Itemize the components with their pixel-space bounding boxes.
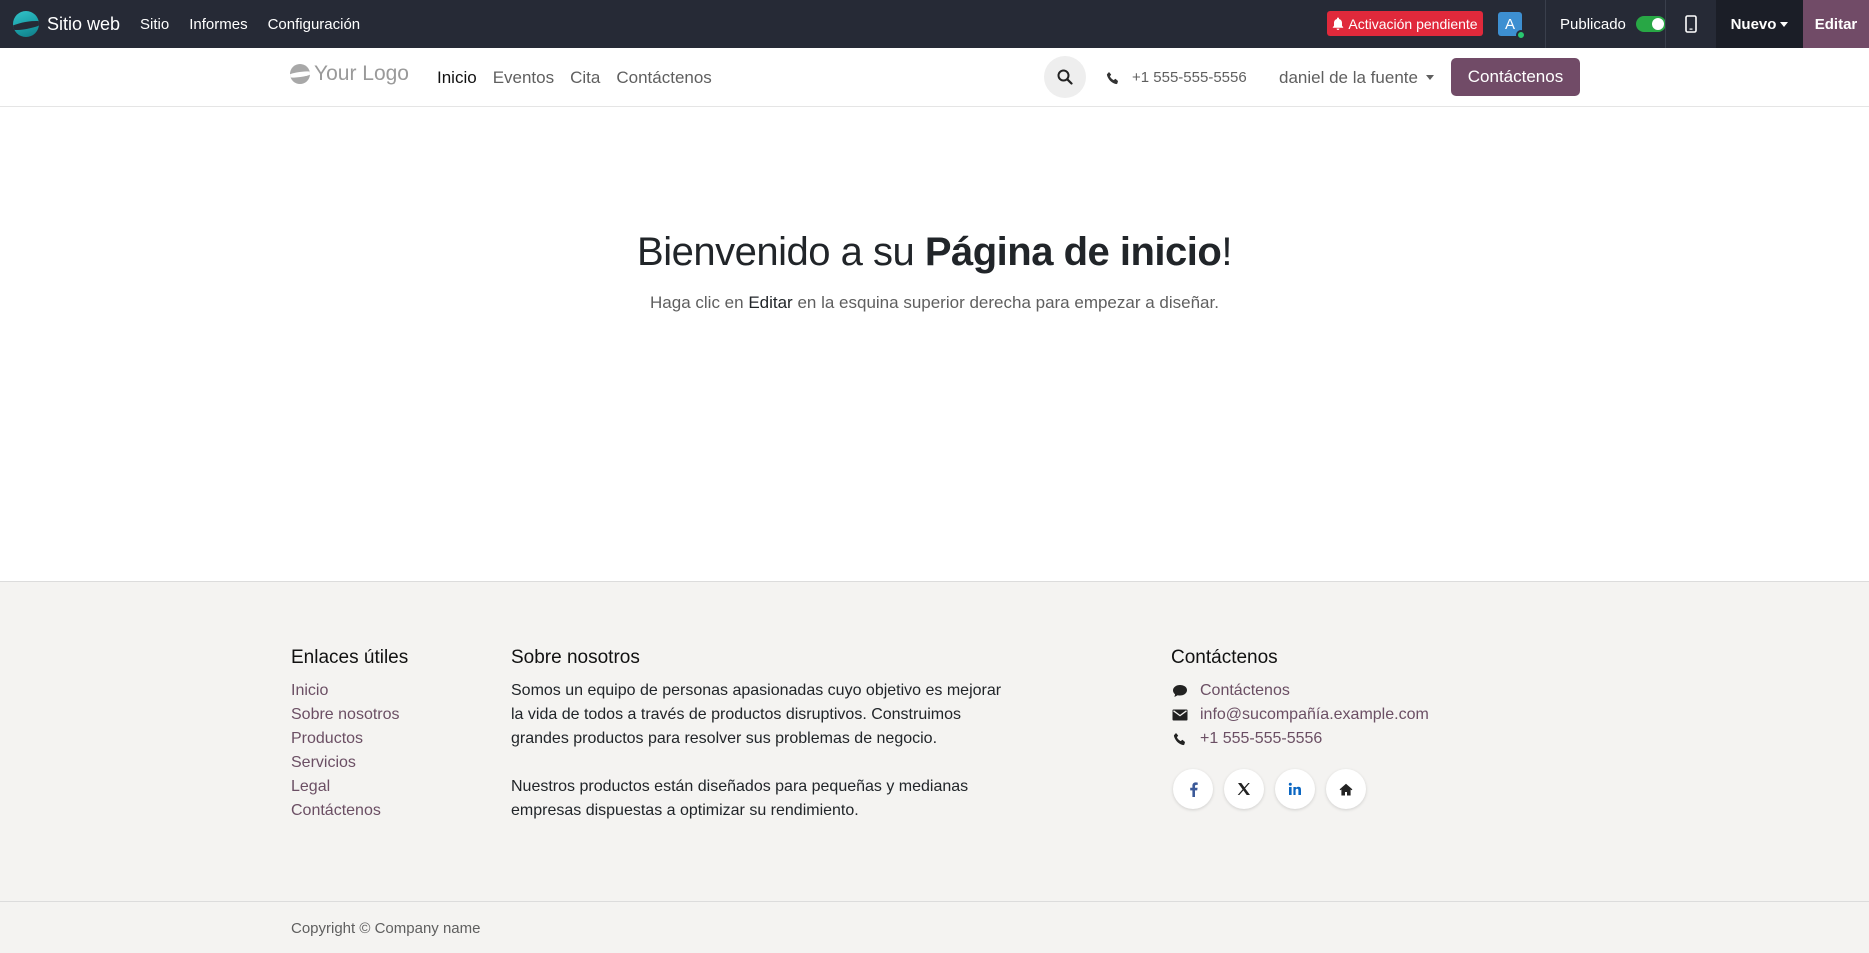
footer-about-text: Somos un equipo de personas apasionadas … [511, 679, 1011, 823]
footer-contact-item[interactable]: +1 555-555-5556 [1171, 727, 1429, 751]
admin-bar: Sitio web Sitio Informes Configuración A… [0, 0, 1869, 48]
new-button[interactable]: Nuevo [1716, 0, 1803, 48]
hero-subtitle-before: Haga clic en [650, 293, 749, 312]
bell-icon [1333, 17, 1344, 30]
admin-menu: Sitio Informes Configuración [140, 16, 380, 33]
user-avatar[interactable]: A [1498, 12, 1526, 40]
header-contact-button[interactable]: Contáctenos [1451, 58, 1580, 96]
footer-about-title: Sobre nosotros [511, 647, 640, 668]
admin-menu-sitio[interactable]: Sitio [140, 16, 169, 33]
footer-link-sobre-nosotros[interactable]: Sobre nosotros [291, 703, 400, 727]
edit-button[interactable]: Editar [1803, 0, 1869, 48]
footer-link-legal[interactable]: Legal [291, 775, 400, 799]
nav-item-contactenos[interactable]: Contáctenos [616, 68, 711, 88]
hero-title-bold: Página de inicio [924, 230, 1222, 274]
site-nav: Inicio Eventos Cita Contáctenos [437, 48, 728, 107]
search-button[interactable] [1044, 56, 1086, 98]
publish-toggle-group[interactable]: Publicado [1560, 0, 1666, 48]
published-label: Publicado [1560, 15, 1626, 33]
footer-links-list: Inicio Sobre nosotros Productos Servicio… [291, 679, 400, 823]
nav-item-eventos[interactable]: Eventos [493, 68, 554, 88]
copyright-bar: Copyright © Company name [0, 901, 1869, 953]
mobile-phone-icon [1685, 15, 1697, 33]
linkedin-icon [1288, 782, 1301, 795]
hero-subtitle-after: en la esquina superior derecha para empe… [792, 293, 1219, 312]
footer-contact-item[interactable]: info@sucompañía.example.com [1171, 703, 1429, 727]
social-links [1173, 769, 1366, 809]
avatar-letter: A [1504, 15, 1515, 33]
linkedin-button[interactable] [1275, 769, 1315, 809]
edit-label: Editar [1814, 15, 1858, 33]
hero-title-end: ! [1221, 230, 1232, 274]
app-name: Sitio web [47, 13, 121, 34]
footer-contact-text: info@sucompañía.example.com [1200, 706, 1429, 723]
logo-icon [290, 64, 310, 84]
footer-link-productos[interactable]: Productos [291, 727, 400, 751]
phone-icon [1106, 71, 1118, 84]
header-phone-number: +1 555-555-5556 [1132, 69, 1247, 86]
comment-icon [1171, 684, 1189, 698]
divider [1545, 0, 1546, 48]
site-footer: Enlaces útiles Inicio Sobre nosotros Pro… [0, 581, 1869, 902]
footer-about-paragraph: Nuestros productos están diseñados para … [511, 778, 969, 819]
site-logo[interactable]: Your Logo [290, 62, 409, 86]
copyright-text: Copyright © Company name [291, 920, 481, 937]
footer-contact-item[interactable]: Contáctenos [1171, 679, 1429, 703]
nav-item-cita[interactable]: Cita [570, 68, 600, 88]
home-icon [1339, 783, 1353, 795]
user-menu[interactable]: daniel de la fuente [1279, 48, 1434, 107]
footer-contact-list: Contáctenos info@sucompañía.example.com … [1171, 679, 1429, 751]
website-app-icon [13, 11, 39, 37]
site-header: Your Logo Inicio Eventos Cita Contácteno… [0, 48, 1869, 107]
footer-link-contactenos[interactable]: Contáctenos [291, 799, 400, 823]
activation-pending-label: Activación pendiente [1348, 15, 1478, 32]
facebook-button[interactable] [1173, 769, 1213, 809]
footer-contact-title: Contáctenos [1171, 647, 1278, 668]
hero-subtitle-emphasis: Editar [748, 293, 793, 312]
envelope-icon [1171, 709, 1189, 721]
footer-about-paragraph: Somos un equipo de personas apasionadas … [511, 682, 1002, 747]
online-status-dot [1516, 30, 1526, 40]
published-toggle[interactable] [1635, 16, 1666, 32]
divider [1665, 0, 1666, 48]
footer-link-inicio[interactable]: Inicio [291, 679, 400, 703]
app-brand[interactable]: Sitio web [13, 0, 120, 48]
mobile-preview-button[interactable] [1680, 13, 1702, 35]
x-button[interactable] [1224, 769, 1264, 809]
hero-subtitle: Haga clic en Editar en la esquina superi… [0, 293, 1869, 313]
hero-title: Bienvenido a su Página de inicio! [0, 230, 1869, 275]
logo-text: Your Logo [314, 62, 409, 85]
facebook-icon [1189, 781, 1198, 797]
x-icon [1237, 783, 1250, 795]
footer-contact-text: +1 555-555-5556 [1200, 730, 1323, 747]
new-label: Nuevo [1730, 15, 1777, 33]
admin-menu-configuracion[interactable]: Configuración [268, 16, 361, 33]
home-button[interactable] [1326, 769, 1366, 809]
hero-title-plain: Bienvenido a su [637, 230, 925, 274]
header-contact-label: Contáctenos [1467, 67, 1564, 86]
activation-pending-badge[interactable]: Activación pendiente [1327, 11, 1483, 36]
footer-contact-text: Contáctenos [1200, 682, 1290, 699]
footer-links-title: Enlaces útiles [291, 647, 409, 668]
footer-link-servicios[interactable]: Servicios [291, 751, 400, 775]
caret-down-icon [1425, 75, 1434, 80]
phone-icon [1171, 732, 1189, 746]
nav-item-inicio[interactable]: Inicio [437, 68, 477, 88]
user-name: daniel de la fuente [1279, 67, 1418, 87]
caret-down-icon [1780, 21, 1789, 27]
admin-menu-informes[interactable]: Informes [189, 16, 247, 33]
header-phone[interactable]: +1 555-555-5556 [1106, 48, 1247, 107]
search-icon [1057, 69, 1073, 85]
